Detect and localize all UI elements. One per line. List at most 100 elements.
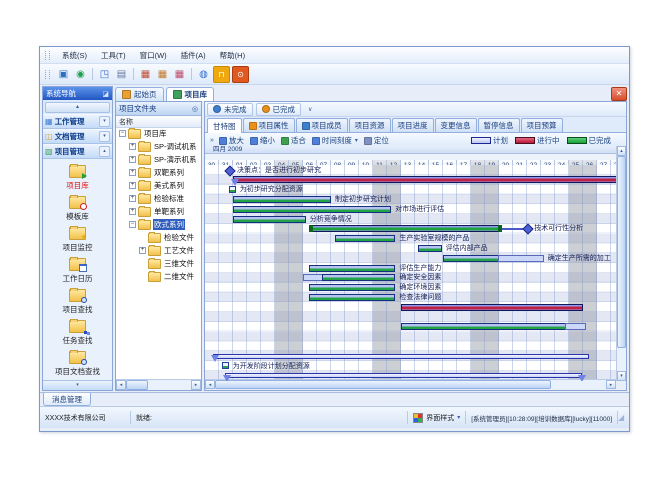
menu-item[interactable]: 工具(T) <box>94 48 133 63</box>
gantt-bar[interactable] <box>309 294 396 301</box>
tree-item[interactable]: −欧式系列 <box>116 218 201 231</box>
tab-pause-info[interactable]: 暂停信息 <box>478 118 520 132</box>
menu-item[interactable]: 帮助(H) <box>213 48 252 63</box>
expander-plus-icon[interactable]: + <box>129 143 136 150</box>
filter-more-icon[interactable]: ∨ <box>304 106 316 113</box>
gantt-vscrollbar[interactable]: ▴ ▾ <box>616 146 626 381</box>
gantt-bar[interactable] <box>213 354 588 359</box>
time-scale-button[interactable]: 时间刻度▾ <box>309 135 361 146</box>
tab-project-budget[interactable]: 项目预算 <box>521 118 563 132</box>
sidebar-item-project-library[interactable]: 项目库 <box>43 162 112 193</box>
scroll-up-icon[interactable]: ▴ <box>617 146 626 156</box>
fit-button[interactable]: 适合 <box>278 135 309 146</box>
interface-style-button[interactable]: 界面样式 ▾ <box>408 411 466 424</box>
gantt-bar[interactable] <box>233 196 331 203</box>
remote-desktop-icon[interactable]: ▣ <box>56 67 71 82</box>
expander-plus-icon[interactable]: + <box>129 169 136 176</box>
sidebar-group-document-management[interactable]: ◫文档管理▾ <box>43 129 112 144</box>
expander-plus-icon[interactable]: + <box>129 208 136 215</box>
zoom-out-button[interactable]: 缩小 <box>247 135 278 146</box>
tab-project-members[interactable]: 项目成员 <box>296 118 348 132</box>
sidebar-item-project-doc-search[interactable]: 项目文档查找 <box>43 348 112 379</box>
schedule-orange-icon[interactable]: ▦ <box>155 67 170 82</box>
tree-item[interactable]: −项目库 <box>116 127 201 140</box>
zoom-in-button[interactable]: 放大 <box>216 135 247 146</box>
globe-icon[interactable]: ◉ <box>73 67 88 82</box>
gantt-bar[interactable] <box>401 323 586 330</box>
menu-grip[interactable] <box>45 51 50 60</box>
expander-minus-icon[interactable]: − <box>129 221 136 228</box>
tree-item[interactable]: +美式系列 <box>116 179 201 192</box>
sidebar-collapse-button[interactable]: ▴ <box>45 102 110 113</box>
tree-item[interactable]: 二维文件 <box>116 270 201 283</box>
tree-item[interactable]: +SP-调试机系 <box>116 140 201 153</box>
overflow-chevron-icon[interactable]: » <box>208 137 216 144</box>
logout-icon[interactable]: ⊙ <box>232 66 249 83</box>
help-icon[interactable]: ◍ <box>196 67 211 82</box>
scroll-left-icon[interactable]: ◂ <box>116 380 126 390</box>
menu-item[interactable]: 系统(S) <box>55 48 94 63</box>
gantt-bar[interactable] <box>309 284 396 291</box>
gantt-bar[interactable] <box>418 245 442 252</box>
gantt-bar[interactable] <box>233 216 306 223</box>
gantt-bar[interactable] <box>401 304 583 311</box>
sidebar-item-project-monitor[interactable]: ★项目监控 <box>43 224 112 255</box>
schedule-pink-icon[interactable]: ▦ <box>172 67 187 82</box>
chevron-up-icon[interactable]: ▴ <box>99 146 110 157</box>
tab-project-properties[interactable]: 项目属性 <box>243 118 295 132</box>
expander-plus-icon[interactable]: + <box>139 247 146 254</box>
tree-item[interactable]: 检验文件 <box>116 231 201 244</box>
tab-project-library[interactable]: 项目库 <box>166 87 215 101</box>
gantt-bar[interactable] <box>309 265 396 272</box>
scroll-right-icon[interactable]: ▸ <box>606 380 616 389</box>
computer-icon[interactable]: ▤ <box>114 67 129 82</box>
resize-grip-icon[interactable]: ◢ <box>618 411 628 424</box>
sidebar-group-project-management[interactable]: ▧项目管理▴ <box>43 144 112 159</box>
tab-project-resources[interactable]: 项目资源 <box>349 118 391 132</box>
filter-unfinished-button[interactable]: 未完成 <box>207 103 253 116</box>
scroll-left-icon[interactable]: ◂ <box>205 380 215 389</box>
expander-plus-icon[interactable]: + <box>129 195 136 202</box>
expander-minus-icon[interactable]: − <box>119 130 126 137</box>
menu-item[interactable]: 窗口(W) <box>133 48 174 63</box>
gantt-hscroll-thumb[interactable] <box>215 380 551 389</box>
tree-item[interactable]: +单靶系列 <box>116 205 201 218</box>
schedule-red-icon[interactable]: ▦ <box>138 67 153 82</box>
tree-item[interactable]: +检验标准 <box>116 192 201 205</box>
window-icon[interactable]: ◳ <box>97 67 112 82</box>
task-icon[interactable] <box>229 186 236 193</box>
tree-hscrollbar[interactable]: ◂ ▸ <box>116 379 201 390</box>
tree-item[interactable]: +SP-演示机系 <box>116 153 201 166</box>
gantt-hscrollbar[interactable]: ◂ ▸ <box>205 379 616 389</box>
chevron-down-icon[interactable]: ▾ <box>99 131 110 142</box>
locate-button[interactable]: 定位 <box>361 135 392 146</box>
sidebar-item-task-search[interactable]: 任务查找 <box>43 317 112 348</box>
tree-item[interactable]: +工艺文件 <box>116 244 201 257</box>
scroll-down-icon[interactable]: ▾ <box>617 371 626 381</box>
toolbar-grip[interactable] <box>45 70 50 79</box>
sidebar-item-project-search[interactable]: 项目查找 <box>43 286 112 317</box>
task-icon[interactable] <box>222 362 229 369</box>
gantt-bar[interactable] <box>309 225 502 232</box>
sidebar-group-work-management[interactable]: ▦工作管理▾ <box>43 114 112 129</box>
tree-item[interactable]: 三维文件 <box>116 257 201 270</box>
gantt-bar[interactable] <box>443 255 544 262</box>
sidebar-header-icon[interactable]: ◪ <box>102 90 109 98</box>
tree-item[interactable]: +双靶系列 <box>116 166 201 179</box>
menu-item[interactable]: 插件(A) <box>174 48 213 63</box>
gantt-vscroll-thumb[interactable] <box>617 156 626 348</box>
tab-change-info[interactable]: 变更信息 <box>435 118 477 132</box>
tab-start-page[interactable]: 起始页 <box>115 87 164 101</box>
tab-project-progress[interactable]: 项目进度 <box>392 118 434 132</box>
sidebar-item-template-library[interactable]: 模板库 <box>43 193 112 224</box>
pin-icon[interactable]: ◎ <box>192 105 198 113</box>
gantt-bar[interactable] <box>233 206 391 213</box>
tab-message-management[interactable]: 消息管理 <box>43 393 91 406</box>
gantt-bar[interactable] <box>303 274 395 281</box>
gantt-bar[interactable] <box>335 235 395 242</box>
expander-plus-icon[interactable]: + <box>129 182 136 189</box>
tab-gantt-chart[interactable]: 甘特图 <box>207 118 242 133</box>
sidebar-bottom-group[interactable]: ▾ <box>43 380 112 390</box>
filter-finished-button[interactable]: 已完成 <box>256 103 302 116</box>
sidebar-item-work-calendar[interactable]: 工作日历 <box>43 255 112 286</box>
